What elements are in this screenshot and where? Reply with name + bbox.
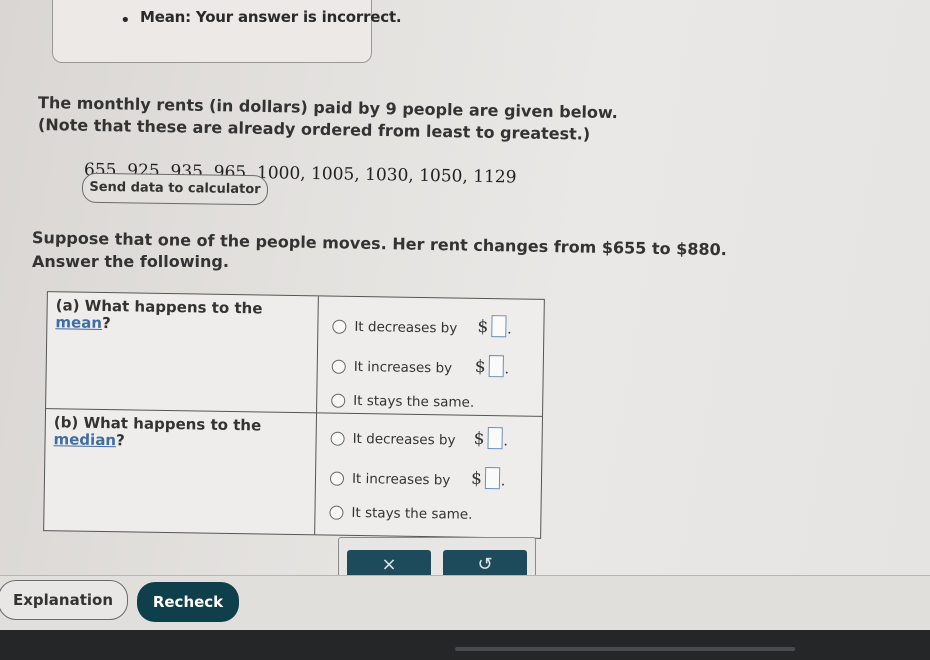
median-stays-same-option[interactable]: It stays the same. <box>329 505 473 523</box>
table-divider-vertical <box>314 296 319 535</box>
recheck-button[interactable]: Recheck <box>137 582 239 622</box>
median-link[interactable]: median <box>53 430 116 449</box>
median-decrease-answer: $. <box>473 427 509 450</box>
median-increases-option[interactable]: It increases by <box>329 471 450 488</box>
mean-stays-same-option[interactable]: It stays the same. <box>331 393 474 411</box>
part-b-question: (b) What happens to the median? <box>53 413 262 450</box>
question-table: (a) What happens to the mean? It decreas… <box>43 291 545 539</box>
mean-decrease-input[interactable] <box>491 315 507 338</box>
mean-increase-answer: $. <box>474 355 510 378</box>
footer-bar <box>0 630 930 660</box>
feedback-bullet: • <box>120 10 131 31</box>
feedback-message: Mean: Your answer is incorrect. <box>140 8 402 26</box>
part-a-question: (a) What happens to the mean? <box>55 296 263 333</box>
mean-increase-input[interactable] <box>488 355 504 378</box>
radio-button[interactable] <box>330 431 345 446</box>
median-increase-input[interactable] <box>484 467 501 490</box>
undo-icon: ↺ <box>477 554 493 575</box>
radio-button[interactable] <box>331 393 346 408</box>
mean-link[interactable]: mean <box>55 313 102 332</box>
median-decreases-option[interactable]: It decreases by <box>330 431 456 449</box>
mean-decrease-answer: $. <box>477 315 512 338</box>
problem-line-4: Answer the following. <box>32 252 229 271</box>
mean-decreases-option[interactable]: It decreases by <box>332 319 457 337</box>
radio-button[interactable] <box>332 319 347 334</box>
footer-scroll-indicator <box>455 647 795 651</box>
explanation-button[interactable]: Explanation <box>0 580 128 620</box>
radio-button[interactable] <box>331 359 346 374</box>
send-data-to-calculator-button[interactable]: Send data to calculator <box>81 172 269 206</box>
median-decrease-input[interactable] <box>487 427 503 450</box>
radio-button[interactable] <box>329 471 345 486</box>
radio-button[interactable] <box>329 505 344 520</box>
median-increase-answer: $. <box>470 467 506 490</box>
mean-increases-option[interactable]: It increases by <box>331 359 452 376</box>
close-icon: × <box>381 554 397 575</box>
